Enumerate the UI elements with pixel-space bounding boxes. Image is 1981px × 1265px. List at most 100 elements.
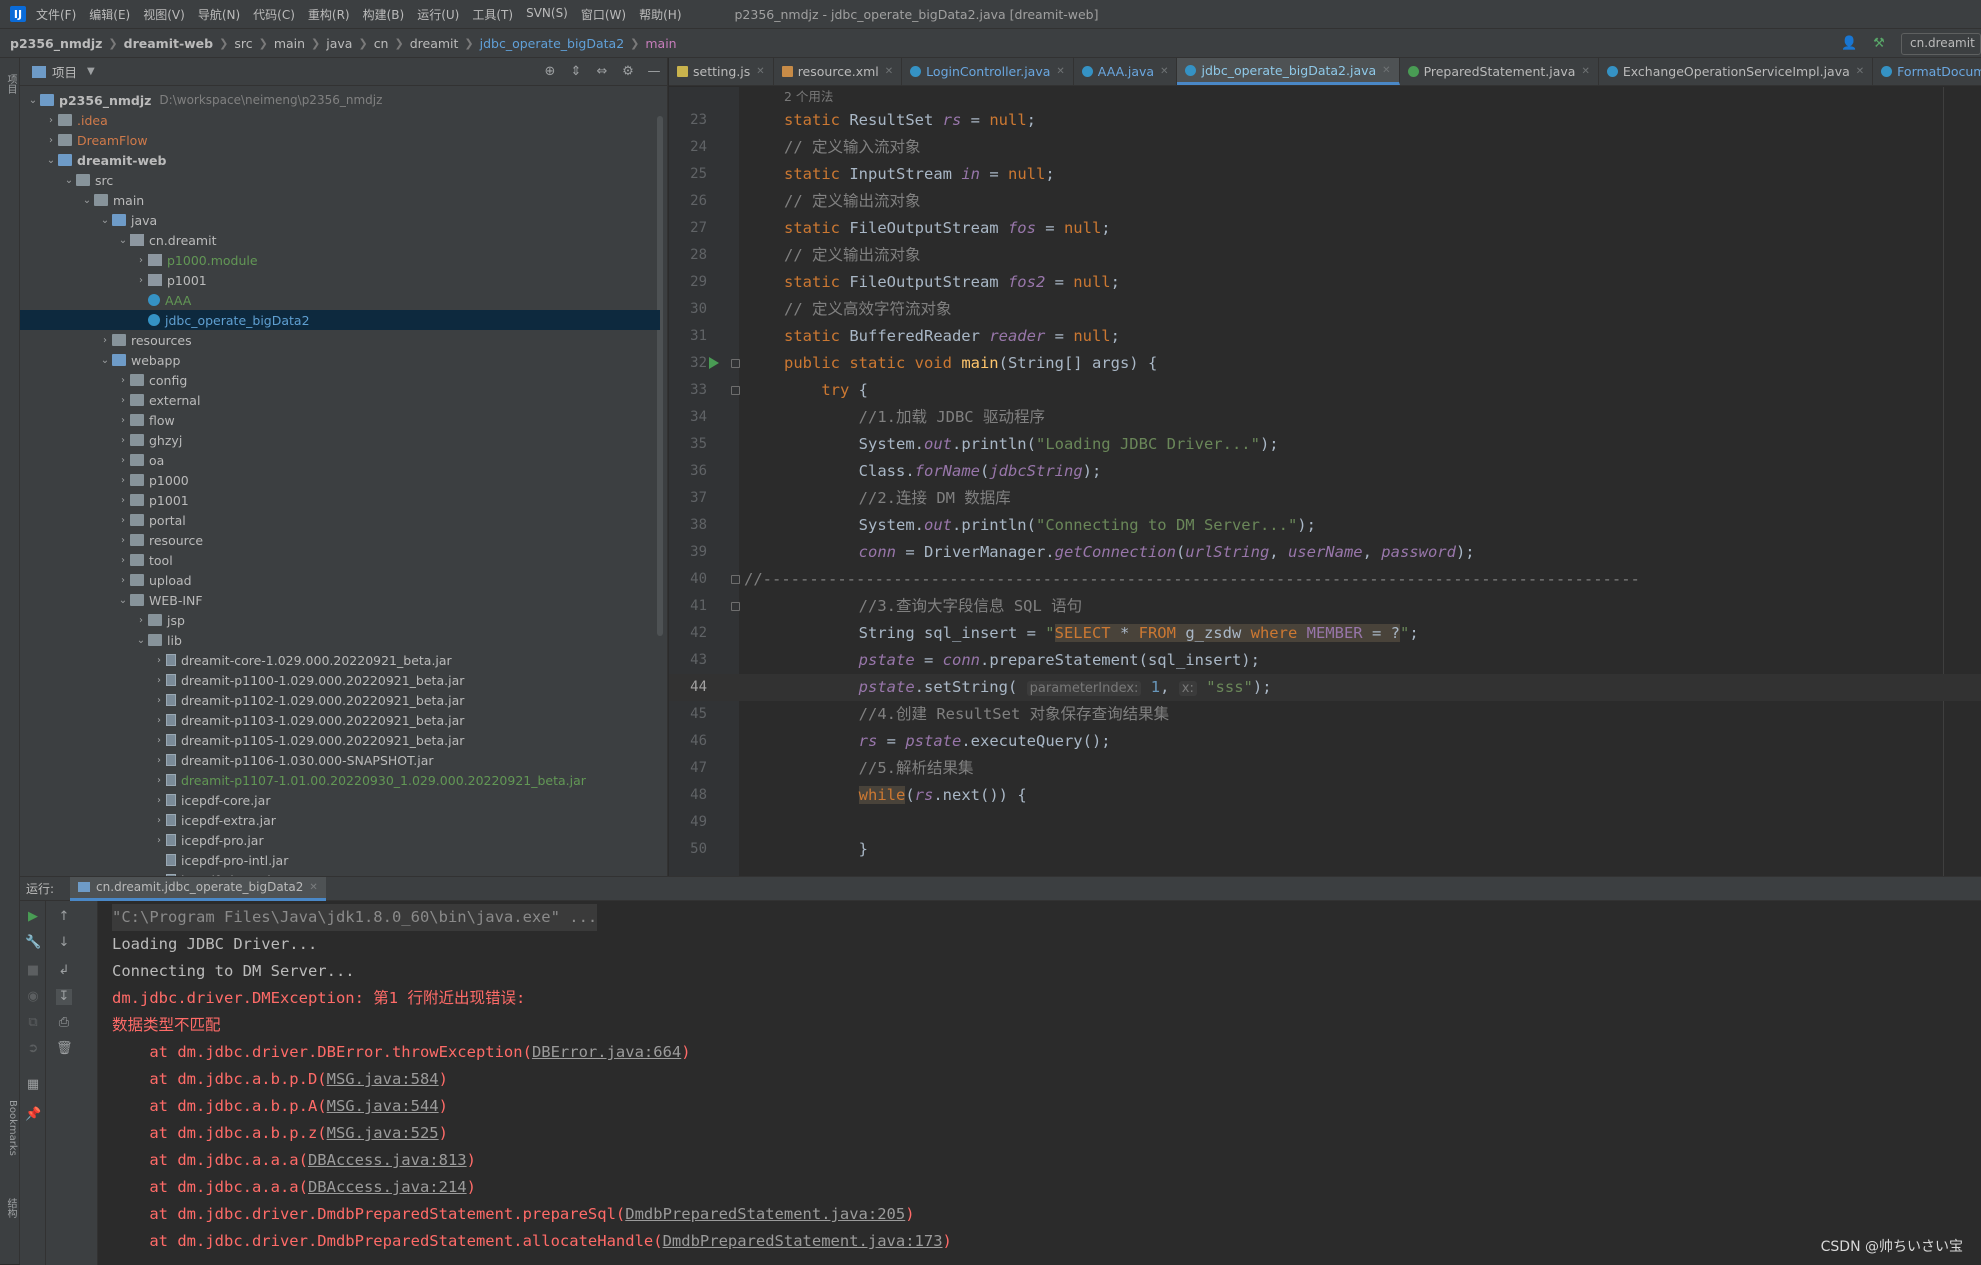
tree-item[interactable]: AAA [20, 290, 660, 310]
source-link[interactable]: MSG.java:544 [327, 1097, 439, 1115]
chevron-right-icon[interactable]: › [116, 555, 130, 566]
usages-hint[interactable]: 2 个用法 [784, 87, 833, 107]
tree-item[interactable]: ›resource [20, 530, 660, 550]
restore-layout-icon[interactable]: ⧉ [25, 1015, 41, 1031]
menu-item[interactable]: 视图(V) [143, 6, 185, 23]
editor-tab[interactable]: FormatDocumentControl✕ [1873, 58, 1981, 85]
print-icon[interactable]: ⎙ [56, 1015, 72, 1031]
exit-icon[interactable]: ➲ [25, 1041, 41, 1057]
breadcrumb-item[interactable]: jdbc_operate_bigData2 [480, 36, 625, 51]
editor-tab[interactable]: AAA.java✕ [1074, 58, 1178, 85]
tree-item[interactable]: ›external [20, 390, 660, 410]
menu-item[interactable]: 运行(U) [417, 6, 459, 23]
breadcrumb-item[interactable]: java [326, 36, 352, 51]
chevron-right-icon[interactable]: › [152, 775, 166, 786]
gear-icon[interactable]: ⚙ [615, 64, 641, 79]
chevron-down-icon[interactable]: ⌄ [44, 155, 58, 166]
chevron-right-icon[interactable]: › [116, 475, 130, 486]
tree-item[interactable]: ›tool [20, 550, 660, 570]
tree-item[interactable]: ›icepdf-extra.jar [20, 810, 660, 830]
chevron-right-icon[interactable]: › [134, 255, 148, 266]
tree-item[interactable]: ⌄src [20, 170, 660, 190]
menu-item[interactable]: 代码(C) [253, 6, 295, 23]
tree-item[interactable]: ›p1001 [20, 270, 660, 290]
tree-item[interactable]: icepdf-pro-intl.jar [20, 850, 660, 870]
close-icon[interactable]: ✕ [309, 882, 317, 893]
chevron-right-icon[interactable]: › [116, 495, 130, 506]
chevron-down-icon[interactable]: ⌄ [80, 195, 94, 206]
tree-item[interactable]: ›dreamit-p1102-1.029.000.20220921_beta.j… [20, 690, 660, 710]
tree-item[interactable]: ›dreamit-p1103-1.029.000.20220921_beta.j… [20, 710, 660, 730]
tree-item[interactable]: ›flow [20, 410, 660, 430]
intellij-logo-icon[interactable]: IJ [10, 6, 26, 22]
menu-item[interactable]: 文件(F) [36, 6, 76, 23]
tree-item[interactable]: ›.idea [20, 110, 660, 130]
rerun-icon[interactable]: ▶ [25, 909, 41, 925]
close-icon[interactable]: ✕ [756, 66, 764, 77]
tree-item[interactable]: ›upload [20, 570, 660, 590]
menu-item[interactable]: 编辑(E) [89, 6, 130, 23]
tree-item[interactable]: ⌄webapp [20, 350, 660, 370]
editor-tab[interactable]: setting.js✕ [669, 58, 774, 85]
menu-item[interactable]: 帮助(H) [639, 6, 681, 23]
chevron-right-icon[interactable]: › [134, 275, 148, 286]
chevron-right-icon[interactable]: › [134, 615, 148, 626]
breadcrumb-item[interactable]: p2356_nmdjz [10, 36, 102, 51]
tree-item[interactable]: ›jsp [20, 610, 660, 630]
code-area[interactable]: 2 个用法 23static ResultSet rs = null;24// … [669, 87, 1981, 876]
build-hammer-icon[interactable]: ⚒ [1871, 36, 1887, 52]
tree-item[interactable]: ›dreamit-p1107-1.01.00.20220930_1.029.00… [20, 770, 660, 790]
close-icon[interactable]: ✕ [1382, 65, 1390, 76]
breadcrumb-item[interactable]: main [274, 36, 305, 51]
tree-item[interactable]: ⌄cn.dreamit [20, 230, 660, 250]
collapse-all-icon[interactable]: ⇔ [589, 64, 615, 79]
hide-icon[interactable]: — [641, 64, 667, 79]
tree-item[interactable]: ›icepdf-core.jar [20, 790, 660, 810]
tree-item[interactable]: ⌄p2356_nmdjzD:\workspace\neimeng\p2356_n… [20, 90, 660, 110]
tree-item[interactable]: ›p1001 [20, 490, 660, 510]
tree-item[interactable]: ›ghzyj [20, 430, 660, 450]
chevron-right-icon[interactable]: › [152, 815, 166, 826]
bookmarks-tool-tab[interactable]: Bookmarks [2, 1093, 18, 1163]
source-link[interactable]: DBError.java:664 [532, 1043, 681, 1061]
chevron-right-icon[interactable]: › [116, 435, 130, 446]
tree-item[interactable]: ›dreamit-p1105-1.029.000.20220921_beta.j… [20, 730, 660, 750]
arrow-down-icon[interactable]: ↓ [56, 935, 72, 951]
chevron-right-icon[interactable]: › [152, 675, 166, 686]
chevron-down-icon[interactable]: ⌄ [116, 595, 130, 606]
close-icon[interactable]: ✕ [1856, 66, 1864, 77]
tree-item[interactable]: ›oa [20, 450, 660, 470]
breadcrumb-item[interactable]: main [645, 36, 676, 51]
chevron-right-icon[interactable]: › [44, 135, 58, 146]
menu-item[interactable]: 构建(B) [363, 6, 405, 23]
chevron-right-icon[interactable]: › [152, 655, 166, 666]
chevron-right-icon[interactable]: › [116, 515, 130, 526]
chevron-right-icon[interactable]: › [152, 715, 166, 726]
menu-item[interactable]: 重构(R) [308, 6, 350, 23]
project-tool-tab[interactable]: 项目 [2, 64, 18, 104]
camera-icon[interactable]: ◉ [25, 989, 41, 1005]
tree-item[interactable]: ›dreamit-p1106-1.030.000-SNAPSHOT.jar [20, 750, 660, 770]
menu-item[interactable]: SVN(S) [526, 6, 568, 23]
chevron-down-icon[interactable]: ⌄ [98, 355, 112, 366]
tree-item[interactable]: ›icepdf-pro.jar [20, 830, 660, 850]
chevron-right-icon[interactable]: › [116, 395, 130, 406]
close-icon[interactable]: ✕ [1056, 66, 1064, 77]
arrow-up-icon[interactable]: ↑ [56, 909, 72, 925]
tree-item[interactable]: ⌄WEB-INF [20, 590, 660, 610]
soft-wrap-icon[interactable]: ↲ [56, 963, 72, 979]
tree-item[interactable]: ›resources [20, 330, 660, 350]
tree-item[interactable]: ›config [20, 370, 660, 390]
expand-all-icon[interactable]: ⇕ [563, 64, 589, 79]
menu-item[interactable]: 窗口(W) [581, 6, 626, 23]
tree-item[interactable]: ⌄lib [20, 630, 660, 650]
run-configuration-select[interactable]: cn.dreamit [1901, 33, 1981, 55]
scroll-to-end-icon[interactable]: ↧ [56, 989, 72, 1005]
breadcrumb-item[interactable]: src [234, 36, 252, 51]
editor-tab[interactable]: PreparedStatement.java✕ [1400, 58, 1599, 85]
source-link[interactable]: DmdbPreparedStatement.java:173 [663, 1232, 943, 1250]
console-output[interactable]: "C:\Program Files\Java\jdk1.8.0_60\bin\j… [112, 901, 1972, 1265]
chevron-right-icon[interactable]: › [152, 735, 166, 746]
chevron-right-icon[interactable]: › [116, 455, 130, 466]
tree-item[interactable]: ›p1000 [20, 470, 660, 490]
